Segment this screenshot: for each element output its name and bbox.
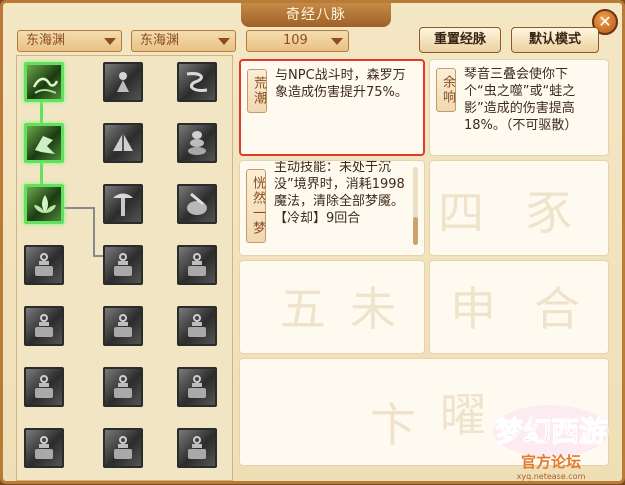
dropdown-2-value: 东海渊 <box>140 33 180 48</box>
active-link <box>40 100 43 124</box>
reset-meridian-button[interactable]: 重置经脉 <box>419 27 501 53</box>
logo-url: xyq.netease.com <box>517 472 586 481</box>
watermark-char: 卞 <box>370 398 416 452</box>
skill-tree-panel <box>16 55 233 481</box>
logo-brand: 梦幻西游 <box>495 415 607 448</box>
watermark-char: 申 <box>450 282 496 336</box>
empty-card: 申 合 <box>429 260 609 354</box>
locked-skill-slot[interactable] <box>177 306 217 346</box>
lock-icon <box>188 253 206 276</box>
skill-tree-icon[interactable] <box>103 184 143 224</box>
lock-icon <box>188 436 206 459</box>
lock-icon <box>188 314 206 337</box>
logo-sub: 官方论坛 <box>521 453 581 471</box>
locked-skill-slot[interactable] <box>24 245 64 285</box>
skill-spiral-icon[interactable] <box>177 62 217 102</box>
lock-icon <box>114 436 132 459</box>
lock-icon <box>114 253 132 276</box>
game-logo: 梦幻西游 官方论坛 xyq.netease.com <box>487 397 617 481</box>
watermark-char: 未 <box>350 282 396 336</box>
chevron-down-icon <box>218 38 230 45</box>
locked-skill-slot[interactable] <box>103 428 143 468</box>
default-mode-button[interactable]: 默认模式 <box>511 27 599 53</box>
window-title: 奇经八脉 <box>241 3 391 27</box>
skill-tag: 恍然一梦 <box>246 169 266 243</box>
lock-icon <box>35 375 53 398</box>
lock-icon <box>114 375 132 398</box>
tree-link <box>63 207 93 209</box>
school-dropdown-1[interactable]: 东海渊 <box>17 30 122 52</box>
lock-icon <box>35 314 53 337</box>
skill-fan-icon[interactable] <box>103 123 143 163</box>
empty-card: 四 豕 <box>429 160 609 256</box>
skill-card-huangchao[interactable]: 荒潮 与NPC战斗时，森罗万象造成伤害提升75%。 <box>239 59 425 156</box>
locked-skill-slot[interactable] <box>103 367 143 407</box>
skill-description-line: 主动技能：未处于沉没”境界时，消耗1998魔法，清除全部梦魇。 <box>274 160 405 209</box>
skill-description: 与NPC战斗时，森罗万象造成伤害提升75%。 <box>275 68 408 100</box>
dropdown-1-value: 东海渊 <box>26 33 66 48</box>
watermark-char: 合 <box>534 282 580 336</box>
locked-skill-slot[interactable] <box>177 245 217 285</box>
skill-figure-icon[interactable] <box>103 62 143 102</box>
skill-dragon-icon[interactable] <box>24 123 64 163</box>
empty-card: 五 未 <box>239 260 425 354</box>
locked-skill-slot[interactable] <box>177 428 217 468</box>
skill-wave-icon[interactable] <box>24 62 64 102</box>
locked-skill-slot[interactable] <box>24 306 64 346</box>
level-value: 109 <box>283 33 308 48</box>
skill-cooldown-line: 【冷却】9回合 <box>274 211 361 226</box>
skill-card-huangran[interactable]: 恍然一梦 主动技能：未处于沉没”境界时，消耗1998魔法，清除全部梦魇。 【冷却… <box>239 160 425 256</box>
locked-skill-slot[interactable] <box>103 306 143 346</box>
watermark-char: 豕 <box>526 186 572 240</box>
level-dropdown[interactable]: 109 <box>246 30 349 52</box>
locked-skill-slot[interactable] <box>24 428 64 468</box>
skill-pot-icon[interactable] <box>177 184 217 224</box>
chevron-down-icon <box>331 38 343 45</box>
chevron-down-icon <box>104 38 116 45</box>
watermark-char: 四 <box>438 186 484 240</box>
locked-skill-slot[interactable] <box>103 245 143 285</box>
skill-card-yuxiang[interactable]: 余响 琴音三叠会使你下个“虫之噬”或“蛙之影”造成的伤害提高18%。（不可驱散） <box>429 59 609 156</box>
skill-totem-icon[interactable] <box>177 123 217 163</box>
scrollbar[interactable] <box>413 167 418 245</box>
lock-icon <box>114 314 132 337</box>
skill-description: 琴音三叠会使你下个“虫之噬”或“蛙之影”造成的伤害提高18%。（不可驱散） <box>464 67 578 133</box>
locked-skill-slot[interactable] <box>177 367 217 407</box>
skill-description: 主动技能：未处于沉没”境界时，消耗1998魔法，清除全部梦魇。 【冷却】9回合 <box>274 160 406 227</box>
skill-tag: 余响 <box>436 68 456 112</box>
school-dropdown-2[interactable]: 东海渊 <box>131 30 236 52</box>
skill-tag: 荒潮 <box>247 69 267 113</box>
lock-icon <box>35 253 53 276</box>
skill-lotus-icon[interactable] <box>24 184 64 224</box>
lock-icon <box>35 436 53 459</box>
active-link <box>40 161 43 185</box>
lock-icon <box>188 375 206 398</box>
tree-link <box>93 207 95 257</box>
scrollbar-thumb[interactable] <box>413 217 418 245</box>
watermark-char: 曜 <box>440 388 486 442</box>
watermark-char: 五 <box>280 282 326 336</box>
meridian-window: 奇经八脉 ✕ 东海渊 东海渊 109 重置经脉 默认模式 荒潮 与NPC战斗时，… <box>0 0 625 484</box>
locked-skill-slot[interactable] <box>24 367 64 407</box>
